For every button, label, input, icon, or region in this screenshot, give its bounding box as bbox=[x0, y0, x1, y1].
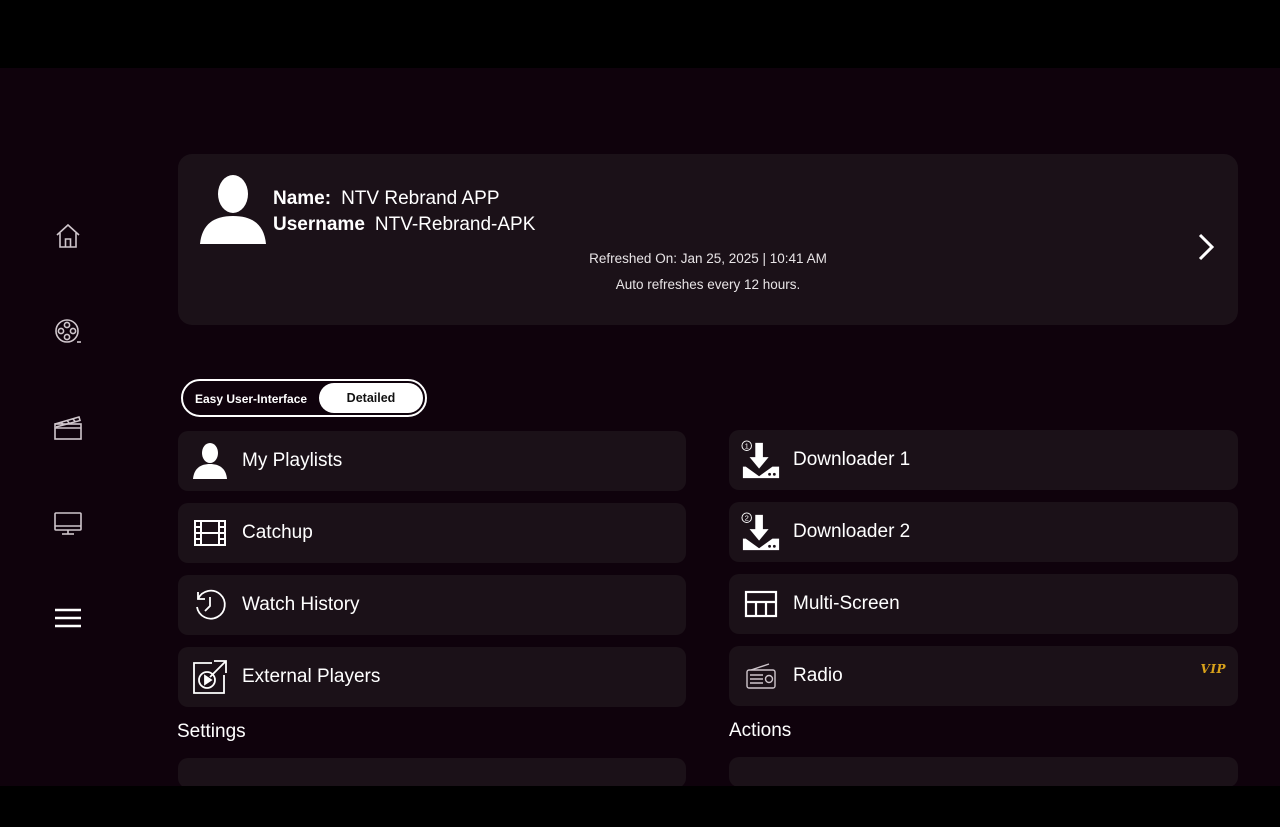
sidebar-item-home[interactable] bbox=[48, 216, 88, 256]
status-bar bbox=[0, 0, 1280, 68]
profile-username-row: Username NTV-Rebrand-APK bbox=[273, 214, 535, 236]
chevron-right-icon[interactable] bbox=[1196, 232, 1216, 262]
menu-item-label: Radio bbox=[793, 665, 843, 686]
menu-item-label: Downloader 1 bbox=[793, 449, 911, 470]
download-icon: 1 bbox=[741, 440, 780, 479]
menu-item-downloader-2[interactable]: 2 Downloader 2 bbox=[729, 502, 1238, 562]
download-icon: 2 bbox=[741, 512, 780, 551]
toggle-easy-ui[interactable]: Easy User-Interface bbox=[195, 392, 307, 406]
sidebar-item-live-tv[interactable] bbox=[48, 503, 88, 543]
menu-item-label: Multi-Screen bbox=[793, 593, 900, 614]
sidebar-item-series[interactable] bbox=[48, 407, 88, 447]
menu-item-label: Catchup bbox=[242, 522, 313, 543]
film-reel-icon bbox=[55, 319, 81, 343]
username-value: NTV-Rebrand-APK bbox=[374, 214, 536, 235]
settings-section-title: Settings bbox=[177, 721, 246, 742]
name-value: NTV Rebrand APP bbox=[341, 188, 500, 209]
svg-text:2: 2 bbox=[745, 514, 749, 523]
toggle-detailed[interactable]: Detailed bbox=[319, 383, 423, 413]
ui-mode-toggle: Easy User-Interface Detailed bbox=[181, 379, 427, 417]
navigation-bar bbox=[0, 786, 1280, 827]
sidebar-item-menu[interactable] bbox=[48, 598, 88, 638]
settings-item-partial[interactable] bbox=[178, 758, 686, 786]
sidebar-item-movies[interactable] bbox=[48, 312, 88, 352]
menu-item-multi-screen[interactable]: Multi-Screen bbox=[729, 574, 1238, 634]
tv-icon bbox=[54, 512, 82, 535]
svg-text:1: 1 bbox=[745, 442, 749, 451]
actions-item-partial[interactable] bbox=[729, 757, 1238, 786]
actions-section-title: Actions bbox=[729, 720, 792, 741]
menu-item-watch-history[interactable]: Watch History bbox=[178, 575, 686, 635]
auto-refresh-text: Auto refreshes every 12 hours. bbox=[615, 277, 801, 292]
home-icon bbox=[56, 223, 80, 248]
user-icon bbox=[193, 443, 227, 479]
external-player-icon bbox=[193, 660, 227, 694]
radio-icon bbox=[746, 663, 776, 689]
menu-item-label: Downloader 2 bbox=[793, 521, 911, 542]
vip-badge: VIP bbox=[1200, 662, 1226, 676]
menu-item-label: External Players bbox=[242, 666, 381, 687]
sidebar bbox=[0, 68, 136, 786]
menu-item-catchup[interactable]: Catchup bbox=[178, 503, 686, 563]
user-avatar-icon bbox=[200, 175, 266, 244]
username-label: Username bbox=[273, 214, 365, 235]
menu-item-my-playlists[interactable]: My Playlists bbox=[178, 431, 686, 491]
menu-item-downloader-1[interactable]: 1 Downloader 1 bbox=[729, 430, 1238, 490]
hamburger-menu-icon bbox=[55, 608, 81, 628]
menu-item-radio[interactable]: Radio VIP bbox=[729, 646, 1238, 706]
name-label: Name: bbox=[273, 188, 332, 209]
multiscreen-icon bbox=[744, 590, 778, 618]
clapperboard-icon bbox=[54, 416, 82, 440]
history-clock-icon bbox=[196, 589, 226, 620]
film-strip-icon bbox=[194, 520, 226, 546]
app-screen: Name: NTV Rebrand APP Username NTV-Rebrand… bbox=[0, 68, 1280, 786]
profile-name-row: Name: NTV Rebrand APP bbox=[273, 188, 500, 210]
profile-card[interactable]: Name: NTV Rebrand APP Username NTV-Rebrand… bbox=[178, 154, 1238, 325]
refreshed-on-text: Refreshed On: Jan 25, 2025 | 10:41 AM bbox=[589, 251, 827, 266]
menu-item-label: My Playlists bbox=[242, 450, 343, 471]
menu-item-external-players[interactable]: External Players bbox=[178, 647, 686, 707]
menu-item-label: Watch History bbox=[242, 594, 360, 615]
